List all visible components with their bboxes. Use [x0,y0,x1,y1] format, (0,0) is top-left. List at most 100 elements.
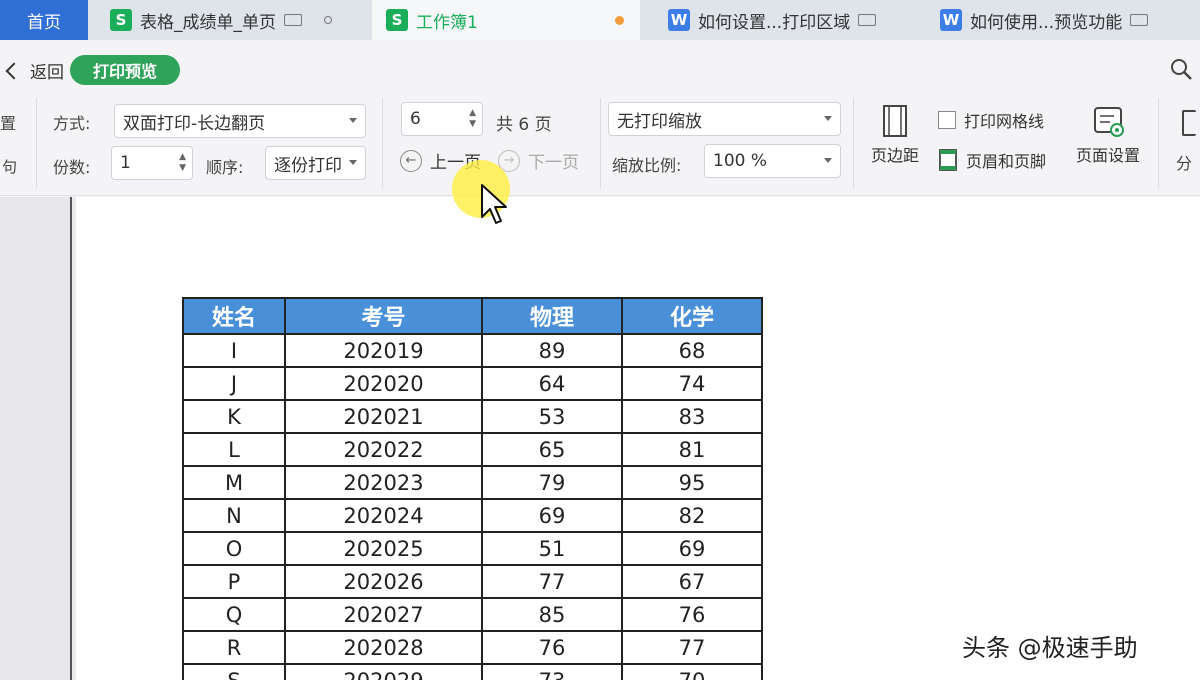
table-cell: J [182,366,286,401]
document-icon: W [668,9,690,31]
table-cell: 202023 [284,465,483,500]
margins-label: 页边距 [870,146,919,165]
truncated-label: 置 [0,114,17,133]
next-page-label: 下一页 [528,153,579,173]
table-cell: 95 [621,465,763,500]
scaling-mode-select[interactable]: 无打印缩放 [608,102,841,136]
tab-grade-sheet[interactable]: S 表格_成绩单_单页 [100,0,358,40]
print-preview-button[interactable]: 打印预览 [70,55,180,85]
table-cell: 79 [481,465,623,500]
header-footer-label: 页眉和页脚 [966,152,1047,171]
table-row: K 202021 53 83 [182,399,763,434]
table-cell: N [182,498,286,533]
arrow-left-icon: ← [400,149,422,172]
page-setup-button[interactable]: 页面设置 [1070,104,1146,166]
spinner-icon[interactable]: ▲ ▼ [469,108,476,130]
table-cell: 69 [481,498,623,533]
table-cell: S [182,663,286,680]
back-button[interactable]: 返回 [4,58,64,83]
table-cell: 202019 [284,333,483,368]
table-cell: 85 [481,597,623,632]
scale-label: 缩放比例: [612,156,682,175]
collate-order-select[interactable]: 逐份打印 [265,146,366,180]
spreadsheet-icon: S [386,9,408,31]
print-preview-toolbar: 返回 打印预览 置 句 方式: 双面打印-长边翻页 份数: 1 ▲ ▼ 顺序: 逐份… [0,40,1200,196]
table-cell: P [182,564,286,599]
table-cell: I [182,333,286,368]
table-cell: 51 [481,531,623,566]
left-ruler [0,197,72,680]
order-value: 逐份打印 [274,155,342,176]
table-cell: M [182,465,286,500]
print-mode-select[interactable]: 双面打印-长边翻页 [114,104,366,138]
chevron-down-icon [349,160,357,165]
next-page-button[interactable]: → 下一页 [498,148,579,173]
watermark: 头条 @极速手助 [962,634,1138,662]
tab-label: 首页 [27,12,61,33]
table-cell: 202021 [284,399,483,434]
tab-print-area-doc[interactable]: W 如何设置...打印区域 [658,0,920,40]
table-cell: 68 [621,333,763,368]
table-cell: 69 [621,531,763,566]
header-footer-icon [939,149,957,171]
table-cell: 67 [621,564,763,599]
page-setup-icon [1094,107,1124,137]
column-header: 考号 [284,297,483,335]
table-row: J 202020 64 74 [182,366,763,401]
page-setup-label: 页面设置 [1075,146,1140,165]
table-cell: 89 [481,333,623,368]
gridlines-label: 打印网格线 [964,112,1045,131]
table-cell: K [182,399,286,434]
table-row: I 202019 89 68 [182,333,763,368]
table-row: O 202025 51 69 [182,531,763,566]
table-cell: 73 [481,663,623,680]
table-cell: 70 [621,663,763,680]
back-label: 返回 [30,63,64,83]
table-cell: 65 [481,432,623,467]
table-cell: 202025 [284,531,483,566]
table-cell: 76 [621,597,763,632]
table-row: P 202026 77 67 [182,564,763,599]
table-cell: L [182,432,286,467]
tab-workbook[interactable]: S 工作簿1 [372,0,640,40]
unsaved-dot-icon [615,16,624,25]
table-cell: 202026 [284,564,483,599]
table-header-row: 姓名 考号 物理 化学 [182,297,763,335]
copies-value: 1 [120,153,131,173]
truncated-label: 分 [1176,154,1193,173]
table-cell: 202028 [284,630,483,665]
chevron-down-icon [824,158,832,163]
tab-label: 如何使用...预览功能 [970,12,1123,33]
table-cell: 77 [621,630,763,665]
margins-button[interactable]: 页边距 [866,104,924,166]
monitor-icon [1130,14,1149,26]
chevron-down-icon [349,118,357,123]
print-gridlines-checkbox[interactable]: 打印网格线 [938,108,1044,132]
header-footer-button[interactable]: 页眉和页脚 [938,148,1046,172]
truncated-label: 句 [2,158,18,176]
chevron-down-icon [824,116,832,121]
tab-home[interactable]: 首页 [0,0,88,40]
table-row: R 202028 76 77 [182,630,763,665]
tab-preview-doc[interactable]: W 如何使用...预览功能 [934,0,1200,40]
table-cell: 76 [481,630,623,665]
document-icon: W [940,9,962,31]
split-icon [1182,110,1196,136]
page-number-stepper[interactable]: 6 ▲ ▼ [401,102,483,136]
print-mode-value: 双面打印-长边翻页 [123,113,266,134]
table-cell: 82 [621,498,763,533]
table-cell: 202029 [284,663,483,680]
copies-label: 份数: [53,158,91,177]
column-header: 物理 [481,297,623,335]
search-icon[interactable] [1170,58,1194,82]
page-number-value: 6 [410,109,421,129]
tab-label: 表格_成绩单_单页 [140,12,276,33]
copies-stepper[interactable]: 1 ▲ ▼ [111,146,193,180]
scale-percent-select[interactable]: 100 % [704,144,841,178]
table-row: M 202023 79 95 [182,465,763,500]
spinner-icon[interactable]: ▲ ▼ [179,152,186,174]
table-cell: 81 [621,432,763,467]
monitor-icon [858,14,877,26]
grade-table: 姓名 考号 物理 化学 I 202019 89 68 J 202020 64 74 K 20202… [182,297,763,680]
table-cell: 64 [481,366,623,401]
